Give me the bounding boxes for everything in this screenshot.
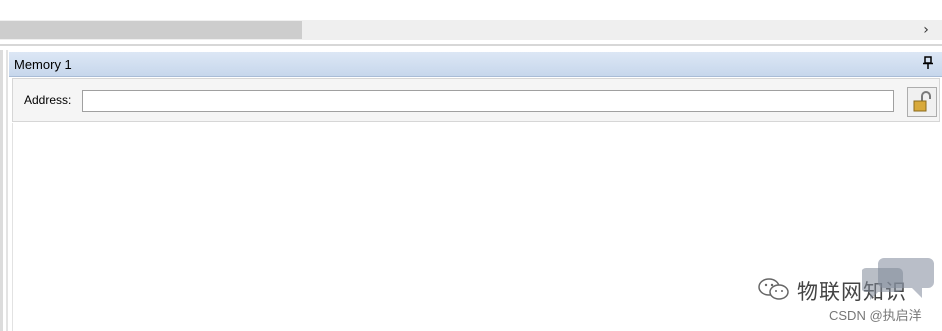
pin-icon[interactable] [922,56,934,70]
horizontal-scrollbar[interactable]: › [0,20,942,40]
unlocked-padlock-icon [913,91,931,112]
top-area [0,0,942,20]
address-toolbar: Address: [12,78,940,122]
divider [0,44,942,46]
wechat-icon [758,278,789,300]
address-input[interactable] [82,90,894,112]
panel-header[interactable]: Memory 1 [9,52,942,77]
scroll-right-arrow-icon[interactable]: › [918,21,934,39]
panel-title: Memory 1 [14,57,72,72]
watermark-badge-icon [862,258,934,300]
scrollbar-thumb[interactable] [0,21,302,39]
lock-button[interactable] [907,87,937,117]
address-label: Address: [24,93,72,107]
left-border [0,50,3,331]
watermark-subtext: CSDN @执启洋 [829,308,922,323]
left-splitter[interactable] [6,50,8,331]
